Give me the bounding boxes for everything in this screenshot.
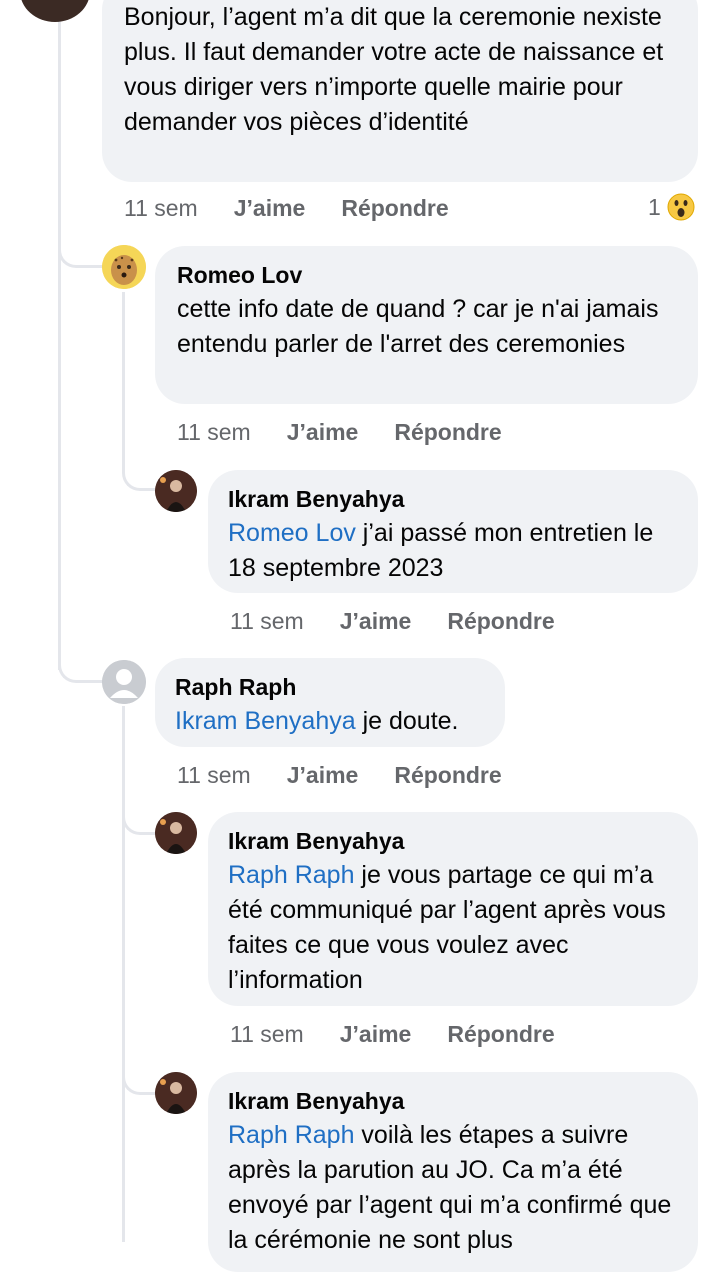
avatar-romeo-lov[interactable] [102,245,146,289]
like-button[interactable]: J’aime [287,762,359,789]
comment-actions: 11 sem J’aime Répondre [124,195,449,222]
comment-author[interactable]: Raph Raph [175,670,485,704]
comment-author[interactable]: Ikram Benyahya [228,1084,678,1118]
comment-time[interactable]: 11 sem [177,762,251,789]
comment-time[interactable]: 11 sem [230,608,304,635]
comment-text: cette info date de quand ? car je n'ai j… [177,295,659,358]
comment-text: Bonjour, l’agent m’a dit que la ceremoni… [124,3,664,136]
wow-emoji-icon [667,193,695,221]
cheetah-avatar-icon [102,245,146,289]
comment-time[interactable]: 11 sem [124,195,198,222]
mention-link[interactable]: Raph Raph [228,1121,354,1149]
mention-link[interactable]: Romeo Lov [228,519,356,547]
thread-line-sub [122,292,125,472]
reply-button[interactable]: Répondre [447,1021,554,1048]
thread-connector [58,245,104,268]
comment-time[interactable]: 11 sem [177,419,251,446]
comment-author[interactable]: Ikram Benyahya [228,824,678,858]
thread-connector [122,805,156,835]
reply-button[interactable]: Répondre [341,195,448,222]
comment-text: Raph Raph je vous partage ce qui m’a été… [228,861,666,994]
avatar-raph-raph[interactable] [102,660,146,704]
like-button[interactable]: J’aime [234,195,306,222]
comment-text: Raph Raph voilà les étapes a suivre aprè… [228,1121,672,1254]
comment-bubble[interactable]: Bonjour, l’agent m’a dit que la ceremoni… [102,0,698,182]
thread-connector [122,460,156,491]
comment-actions: 11 sem J’aime Répondre [177,419,502,446]
reply-button[interactable]: Répondre [447,608,554,635]
comment-bubble[interactable]: Romeo Lov cette info date de quand ? car… [155,246,698,404]
comment-bubble[interactable]: Ikram Benyahya Raph Raph je vous partage… [208,812,698,1006]
comment-bubble[interactable]: Raph Raph Ikram Benyahya je doute. [155,658,505,747]
mention-link[interactable]: Ikram Benyahya [175,707,356,735]
reaction-summary[interactable]: 1 [648,193,695,221]
comment-author[interactable]: Ikram Benyahya [228,482,678,516]
like-button[interactable]: J’aime [287,419,359,446]
comment-time[interactable]: 11 sem [230,1021,304,1048]
thread-line-sub [122,706,125,1242]
mention-link[interactable]: Raph Raph [228,861,354,889]
reply-button[interactable]: Répondre [394,419,501,446]
thread-line-main [58,0,61,670]
like-button[interactable]: J’aime [340,608,412,635]
comment-bubble[interactable]: Ikram Benyahya Raph Raph voilà les étape… [208,1072,698,1272]
comment-bubble[interactable]: Ikram Benyahya Romeo Lov j’ai passé mon … [208,470,698,593]
avatar-ikram-benyahya[interactable] [155,1072,197,1114]
thread-connector [58,655,104,683]
comment-author[interactable]: Romeo Lov [177,258,676,292]
reply-button[interactable]: Répondre [394,762,501,789]
avatar[interactable] [20,0,90,22]
like-button[interactable]: J’aime [340,1021,412,1048]
thread-connector [122,1065,156,1095]
avatar-ikram-benyahya[interactable] [155,812,197,854]
person-avatar-icon [155,470,197,512]
comment-actions: 11 sem J’aime Répondre [177,762,502,789]
comment-text: Romeo Lov j’ai passé mon entretien le 18… [228,519,654,582]
avatar-ikram-benyahya[interactable] [155,470,197,512]
comment-text: Ikram Benyahya je doute. [175,707,459,735]
comment-actions: 11 sem J’aime Répondre [230,608,555,635]
person-avatar-icon [155,812,197,854]
reaction-count: 1 [648,193,661,220]
person-avatar-icon [155,1072,197,1114]
default-user-icon [102,660,146,704]
comment-actions: 11 sem J’aime Répondre [230,1021,555,1048]
